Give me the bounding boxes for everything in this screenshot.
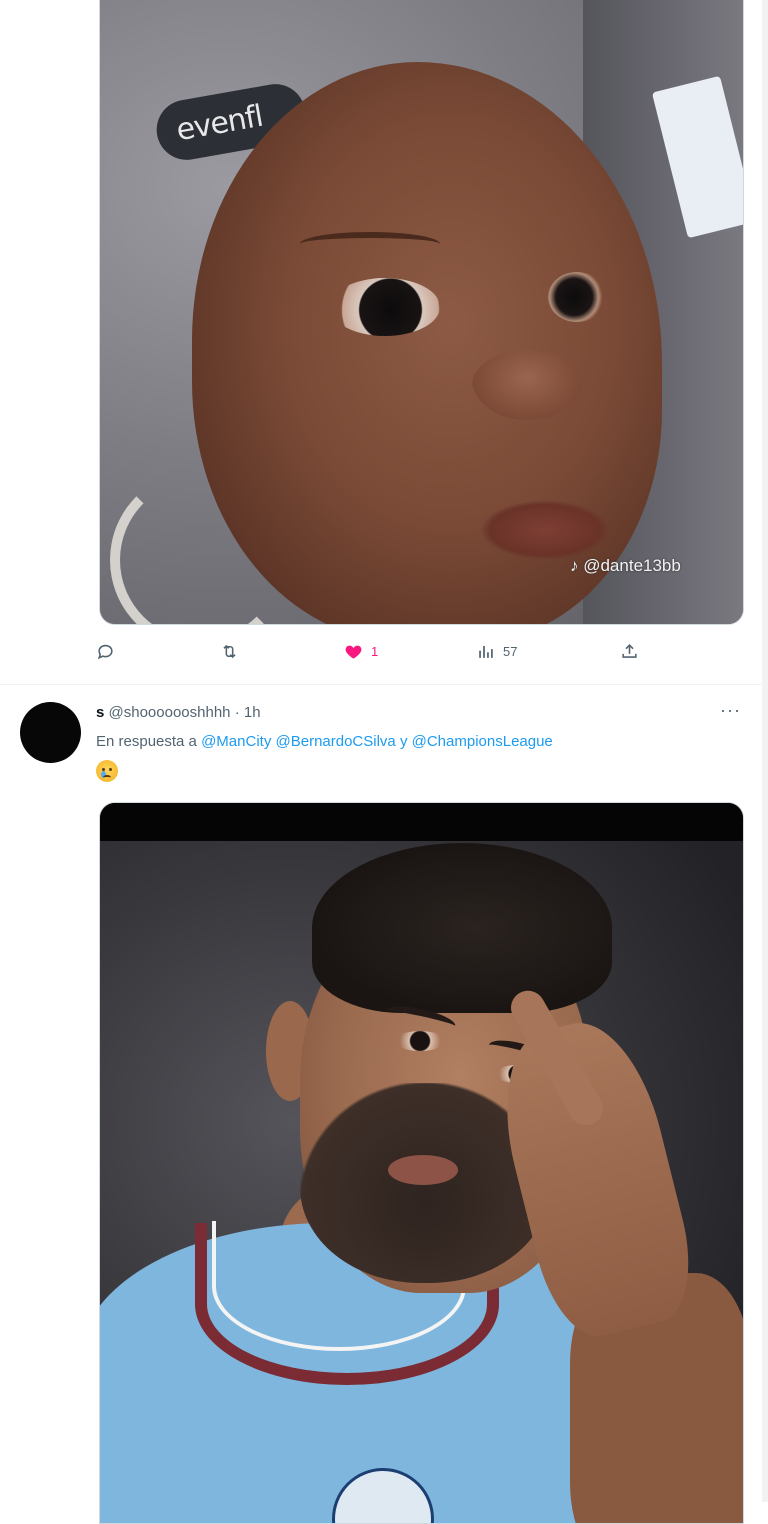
- reply-button[interactable]: [96, 642, 123, 661]
- tweet-divider: [0, 684, 762, 685]
- views-count: 57: [503, 644, 518, 659]
- like-count: 1: [371, 644, 379, 659]
- seat-brand-text: evenfl: [173, 98, 266, 149]
- baby-brow: [300, 232, 440, 256]
- analytics-bar-chart-icon: [479, 645, 493, 658]
- like-button[interactable]: 1: [344, 642, 378, 661]
- replying-to-line: En respuesta a @ManCity @BernardoCSilva …: [96, 733, 553, 750]
- baby-eye-left: [330, 278, 440, 336]
- video-watermark: ♪ @dante13bb: [570, 556, 681, 575]
- crying-face-icon: [96, 760, 118, 782]
- tweet-1-action-bar: 1 57: [96, 642, 656, 670]
- emoji-mouth: [103, 775, 111, 780]
- baby-nose: [472, 350, 582, 420]
- reply-conjunction: y: [399, 733, 408, 750]
- share-button[interactable]: [620, 642, 639, 661]
- share-upload-icon: [622, 644, 637, 658]
- scrollbar-track[interactable]: [762, 0, 768, 1502]
- baby-eye-right: [548, 272, 606, 322]
- heart-icon: [345, 645, 362, 659]
- emoji-eye-right: [109, 768, 112, 771]
- tweet-2-media-image[interactable]: [99, 802, 744, 1524]
- mention-mancity[interactable]: @ManCity: [201, 733, 271, 750]
- tweet-2-header: s @shooooooshhhh · 1h: [96, 704, 261, 721]
- reply-icon: [97, 644, 113, 660]
- image-top-bar: [100, 803, 743, 841]
- player-eye-left: [395, 1031, 445, 1051]
- header-separator: ·: [234, 704, 240, 721]
- mention-bernardocsilva[interactable]: @BernardoCSilva: [276, 733, 396, 750]
- reply-prefix: En respuesta a: [96, 733, 197, 750]
- tweet-time[interactable]: 1h: [244, 704, 261, 721]
- retweet-icon: [223, 644, 236, 659]
- player-lips: [388, 1155, 458, 1185]
- avatar[interactable]: [20, 702, 81, 763]
- mention-championsleague[interactable]: @ChampionsLeague: [412, 733, 553, 750]
- more-options-icon[interactable]: ···: [720, 700, 741, 721]
- retweet-button[interactable]: [220, 642, 247, 661]
- views-button[interactable]: 57: [476, 642, 517, 661]
- display-name[interactable]: s: [96, 704, 104, 721]
- player-hair: [312, 843, 612, 1013]
- user-handle[interactable]: @shooooooshhhh: [109, 704, 231, 721]
- baby-mouth: [480, 500, 610, 560]
- tweet-1-media-image[interactable]: evenfl ♪ @dante13bb: [99, 0, 744, 625]
